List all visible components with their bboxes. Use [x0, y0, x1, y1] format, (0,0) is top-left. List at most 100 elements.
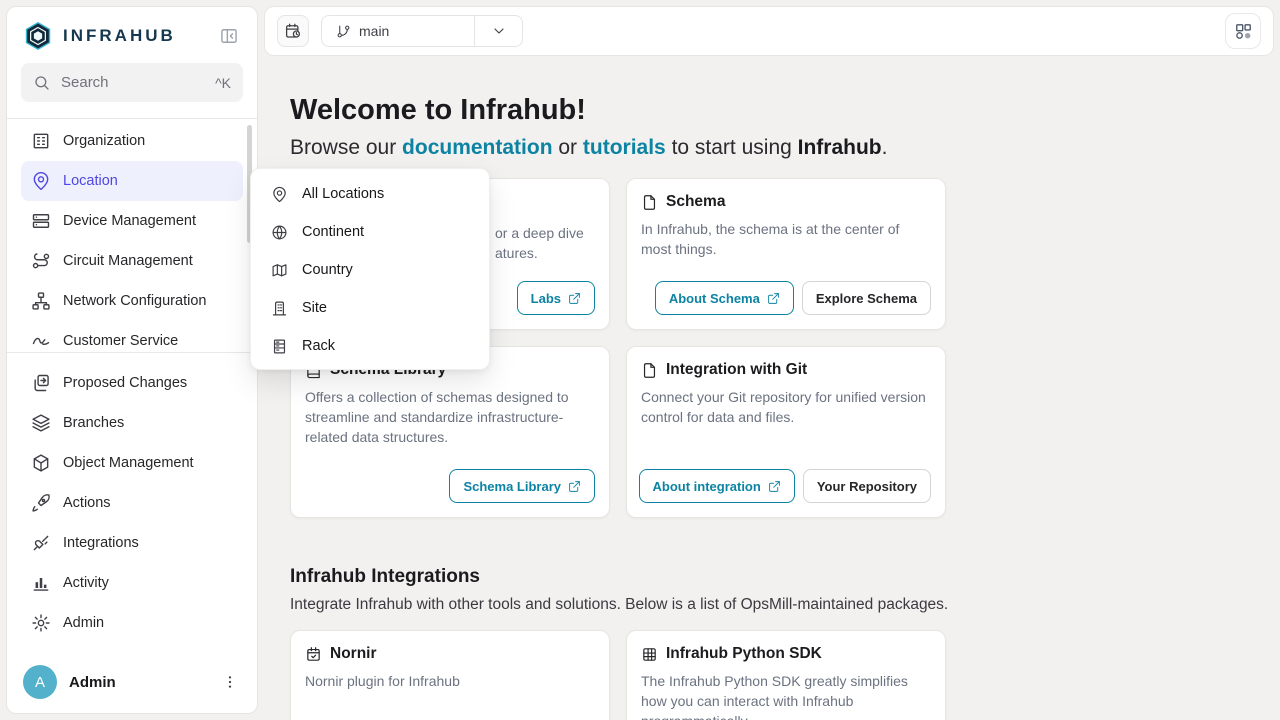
sidebar-item-label: Circuit Management — [63, 253, 193, 269]
branch-name: main — [359, 23, 389, 39]
sidebar-item-activity[interactable]: Activity — [21, 563, 243, 603]
menu-item-label: Rack — [302, 338, 335, 354]
user-menu[interactable]: A Admin — [7, 653, 257, 713]
search-input[interactable]: Search ^K — [21, 63, 243, 102]
infrahub-logo-icon — [23, 21, 53, 51]
integrations-section-subtitle: Integrate Infrahub with other tools and … — [290, 596, 1280, 614]
components-grid-icon — [1234, 22, 1253, 41]
external-link-icon — [767, 292, 780, 305]
sidebar-item-circuit-management[interactable]: Circuit Management — [21, 241, 243, 281]
sidebar-item-device-management[interactable]: Device Management — [21, 201, 243, 241]
schema-library-card: Schema Library Offers a collection of sc… — [290, 346, 610, 518]
python-sdk-card: Infrahub Python SDK The Infrahub Python … — [626, 630, 946, 720]
branch-selector-value: main — [322, 16, 474, 46]
card-description: In Infrahub, the schema is at the center… — [641, 219, 931, 259]
button-label: Your Repository — [817, 479, 917, 494]
apps-menu-button[interactable] — [1225, 13, 1261, 49]
rocket-icon — [31, 493, 51, 513]
branch-selector[interactable]: main — [321, 15, 523, 47]
sidebar-item-organization[interactable]: Organization — [21, 121, 243, 161]
menu-item-continent[interactable]: Continent — [251, 213, 489, 251]
proposed-changes-icon — [31, 373, 51, 393]
nornir-card: Nornir Nornir plugin for Infrahub — [290, 630, 610, 720]
rack-icon — [271, 338, 288, 355]
kebab-menu-icon — [222, 674, 238, 690]
external-link-icon — [568, 480, 581, 493]
sidebar-collapse-button[interactable] — [215, 22, 243, 50]
calendar-clock-icon — [284, 22, 302, 40]
about-integration-button[interactable]: About integration — [639, 469, 795, 503]
sidebar-item-network-configuration[interactable]: Network Configuration — [21, 281, 243, 321]
sidebar-item-customer-service[interactable]: Customer Service — [21, 321, 243, 353]
menu-item-site[interactable]: Site — [251, 289, 489, 327]
git-integration-card: Integration with Git Connect your Git re… — [626, 346, 946, 518]
your-repository-button[interactable]: Your Repository — [803, 469, 931, 503]
network-icon — [31, 291, 51, 311]
branch-dropdown-toggle[interactable] — [474, 16, 522, 46]
menu-item-country[interactable]: Country — [251, 251, 489, 289]
chip-grid-icon — [641, 646, 658, 663]
sidebar-item-branches[interactable]: Branches — [21, 403, 243, 443]
server-icon — [31, 211, 51, 231]
sidebar-item-label: Activity — [63, 575, 109, 591]
sidebar-item-label: Object Management — [63, 455, 194, 471]
explore-schema-button[interactable]: Explore Schema — [802, 281, 931, 315]
brand-name: INFRAHUB — [63, 26, 176, 46]
brand-header: INFRAHUB — [7, 7, 257, 51]
sidebar-item-object-management[interactable]: Object Management — [21, 443, 243, 483]
brand-mention: Infrahub — [798, 136, 882, 159]
building-icon — [31, 131, 51, 151]
globe-icon — [271, 224, 288, 241]
tutorials-link[interactable]: tutorials — [583, 136, 666, 159]
panel-collapse-icon — [219, 26, 239, 46]
occluded-text-fragment: or a deep dive — [495, 223, 584, 243]
git-branch-icon — [336, 24, 351, 39]
sidebar-nav-secondary: Proposed Changes Branches Object Managem… — [7, 353, 257, 653]
main-content: Welcome to Infrahub! Browse our document… — [264, 62, 1280, 720]
welcome-text: Browse our — [290, 136, 402, 159]
integrations-section-title: Infrahub Integrations — [290, 566, 1280, 588]
file-icon — [641, 194, 658, 211]
welcome-text: or — [553, 136, 583, 159]
external-link-icon — [568, 292, 581, 305]
user-kebab-button[interactable] — [217, 669, 243, 695]
circuit-icon — [31, 251, 51, 271]
labs-button[interactable]: Labs — [517, 281, 595, 315]
sidebar-item-label: Location — [63, 173, 118, 189]
time-travel-button[interactable] — [277, 15, 309, 47]
card-description: Offers a collection of schemas designed … — [305, 387, 595, 447]
documentation-link[interactable]: documentation — [402, 136, 553, 159]
file-icon — [641, 362, 658, 379]
welcome-text: to start using — [666, 136, 798, 159]
sidebar-item-location[interactable]: Location — [21, 161, 243, 201]
sidebar-item-label: Customer Service — [63, 333, 178, 349]
topbar: main — [264, 6, 1274, 56]
site-building-icon — [271, 300, 288, 317]
card-title: Nornir — [330, 645, 377, 663]
schema-library-button[interactable]: Schema Library — [449, 469, 595, 503]
sidebar-item-label: Organization — [63, 133, 145, 149]
about-schema-button[interactable]: About Schema — [655, 281, 794, 315]
search-icon — [33, 74, 51, 92]
card-title: Infrahub Python SDK — [666, 645, 822, 663]
sidebar-item-actions[interactable]: Actions — [21, 483, 243, 523]
sidebar-nav-primary: Organization Location Device Management … — [7, 118, 257, 353]
menu-item-rack[interactable]: Rack — [251, 327, 489, 365]
avatar: A — [23, 665, 57, 699]
card-description: The Infrahub Python SDK greatly simplifi… — [641, 671, 931, 720]
menu-item-label: All Locations — [302, 186, 384, 202]
menu-item-all-locations[interactable]: All Locations — [251, 175, 489, 213]
sidebar-item-proposed-changes[interactable]: Proposed Changes — [21, 363, 243, 403]
sidebar-item-admin[interactable]: Admin — [21, 603, 243, 643]
chevron-down-icon — [491, 23, 507, 39]
button-label: About integration — [653, 479, 761, 494]
gear-icon — [31, 613, 51, 633]
welcome-subtitle: Browse our documentation or tutorials to… — [290, 134, 1280, 162]
cube-icon — [31, 453, 51, 473]
menu-item-label: Country — [302, 262, 353, 278]
map-pin-icon — [31, 171, 51, 191]
sidebar-item-label: Proposed Changes — [63, 375, 187, 391]
bar-chart-icon — [31, 573, 51, 593]
search-placeholder: Search — [61, 74, 109, 91]
sidebar-item-integrations[interactable]: Integrations — [21, 523, 243, 563]
